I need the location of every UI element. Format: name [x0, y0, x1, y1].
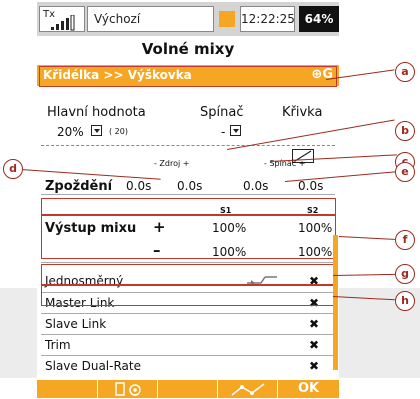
bottom-button-visibility[interactable] — [97, 380, 157, 398]
master-value[interactable]: 20% — [57, 125, 84, 139]
divider — [41, 313, 335, 314]
scrollbar[interactable] — [333, 235, 338, 370]
switch-dropdown-icon[interactable] — [230, 125, 241, 136]
option-toggle-icon[interactable]: ✖ — [309, 338, 319, 352]
divider — [41, 194, 335, 195]
master-value-dropdown-icon[interactable] — [91, 125, 102, 136]
divider — [41, 334, 335, 335]
option-label: Slave Dual-Rate — [45, 359, 141, 373]
divider — [41, 262, 335, 263]
bottom-button-curve[interactable] — [217, 380, 277, 398]
option-label: Trim — [45, 338, 71, 352]
delay-label: Zpoždění — [45, 179, 113, 194]
switch-value[interactable]: - — [221, 125, 225, 139]
divider — [41, 145, 335, 146]
ok-button[interactable]: OK — [277, 380, 339, 398]
status-bar: Tx Výchozí 12:22:25 64% — [37, 2, 339, 36]
eye-icon — [114, 382, 141, 396]
callout-b: b — [395, 121, 415, 141]
callout-d: d — [3, 159, 23, 179]
callout-leader — [338, 236, 395, 240]
highlight-master-link-row — [41, 285, 336, 306]
delay-source-plus[interactable]: 0.0s — [177, 179, 202, 193]
option-toggle-icon[interactable]: ✖ — [309, 359, 319, 373]
highlight-column-header — [41, 198, 336, 215]
clock[interactable]: 12:22:25 — [240, 6, 295, 32]
master-value-label: Hlavní hodnota — [47, 105, 146, 120]
curve-edit-icon — [231, 383, 264, 396]
bottom-button-1[interactable] — [37, 380, 97, 398]
divider — [41, 355, 335, 356]
highlight-unidirectional-row — [41, 264, 336, 285]
delay-source-header: - Zdroj + — [154, 159, 190, 168]
callout-e: e — [395, 162, 415, 182]
callout-leader — [333, 273, 396, 276]
alarm-indicator-icon — [219, 11, 235, 27]
bottom-button-3[interactable] — [157, 380, 217, 398]
page-title: Volné mixy — [141, 40, 235, 58]
battery-indicator: 64% — [299, 6, 339, 32]
signal-bars-icon — [51, 15, 75, 31]
delay-switch-minus[interactable]: 0.0s — [243, 179, 268, 193]
highlight-mix-header — [39, 66, 337, 87]
master-value-paren: ( 20) — [109, 127, 128, 136]
option-label: Slave Link — [45, 317, 107, 331]
bottom-button-bar: OK — [37, 380, 339, 398]
option-toggle-icon[interactable]: ✖ — [309, 317, 319, 331]
highlight-output-rows — [41, 215, 336, 259]
delay-source-minus[interactable]: 0.0s — [126, 179, 151, 193]
switch-label: Spínač — [200, 105, 244, 120]
callout-f: f — [395, 230, 415, 250]
callout-a: a — [395, 62, 415, 82]
model-name[interactable]: Výchozí — [87, 6, 214, 32]
callout-h: h — [395, 291, 415, 311]
delay-switch-plus[interactable]: 0.0s — [298, 179, 323, 193]
tx-signal-indicator: Tx — [39, 6, 85, 32]
curve-label: Křivka — [282, 105, 323, 120]
callout-g: g — [395, 264, 415, 284]
